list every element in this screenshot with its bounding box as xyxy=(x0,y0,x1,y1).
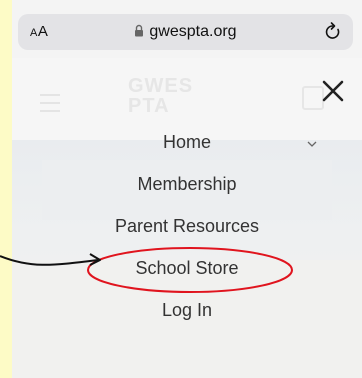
menu-item-membership[interactable]: Membership xyxy=(12,174,362,195)
close-icon[interactable] xyxy=(318,76,348,106)
url-field[interactable]: gwespta.org xyxy=(18,23,353,41)
hamburger-icon xyxy=(40,94,60,112)
reload-icon[interactable] xyxy=(323,21,343,43)
menu-item-school-store[interactable]: School Store xyxy=(12,258,362,279)
lock-icon xyxy=(135,24,144,37)
browser-toolbar: AA gwespta.org xyxy=(12,0,362,58)
chevron-down-icon[interactable] xyxy=(306,140,318,148)
site-logo: GWES PTA xyxy=(128,75,194,117)
url-text: gwespta.org xyxy=(149,23,237,40)
address-bar[interactable]: AA gwespta.org xyxy=(18,14,353,50)
menu-item-parent-resources[interactable]: Parent Resources xyxy=(12,216,362,237)
phone-screen: AA gwespta.org GWES PTA Home Membership … xyxy=(12,0,362,378)
menu-item-log-in[interactable]: Log In xyxy=(12,300,362,321)
